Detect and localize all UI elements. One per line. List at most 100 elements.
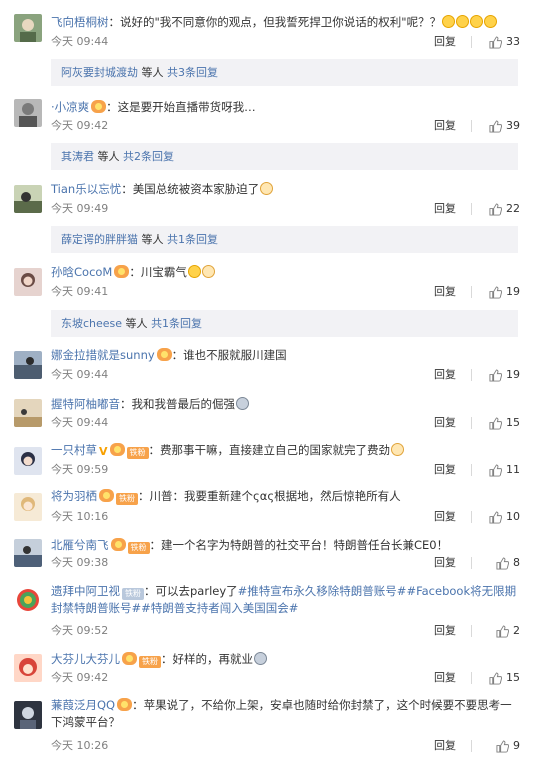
like-button[interactable]: 9 — [496, 738, 520, 754]
like-button[interactable]: 19 — [489, 284, 520, 300]
member-badge-icon — [91, 100, 107, 113]
sub-reply-mid: 等人 — [122, 317, 152, 330]
cat-emoji-icon — [391, 443, 405, 456]
sub-reply-mid: 等人 — [138, 233, 167, 246]
sub-reply-more[interactable]: 共2条回复 — [123, 150, 174, 163]
avatar[interactable] — [14, 586, 42, 614]
like-button[interactable]: 19 — [489, 367, 520, 383]
comment-username[interactable]: 将为羽栖 — [51, 489, 97, 503]
like-button[interactable]: 15 — [489, 670, 520, 686]
comment-username[interactable]: 蒹葭泛月QQ — [51, 698, 115, 712]
avatar[interactable] — [14, 351, 42, 379]
comment-username[interactable]: ·小凉爽 — [51, 100, 89, 114]
member-badge-icon — [99, 489, 114, 502]
comment-text: ：谁也不服就服川建国 — [171, 348, 287, 362]
avatar[interactable] — [14, 447, 42, 475]
comment-username[interactable]: 握特阿柚嘟音 — [51, 397, 120, 411]
like-button[interactable]: 33 — [489, 34, 520, 50]
comment-text: ：川普：我要重新建个ςας根据地，然后惊艳所有人 — [138, 489, 401, 503]
like-count: 33 — [506, 35, 520, 48]
doge-emoji-icon — [442, 15, 456, 28]
divider — [471, 511, 472, 523]
topic-link[interactable]: #特朗普支持者闯入美国国会# — [141, 601, 298, 615]
reply-button[interactable]: 回复 — [434, 670, 456, 686]
sub-reply-more[interactable]: 共1条回复 — [151, 317, 202, 330]
comment-text: ：说好的"我不同意你的观点，但我誓死捍卫你说话的权利"呢？？ — [108, 15, 442, 29]
comment-username[interactable]: 娜金拉措就是sunny — [51, 348, 155, 362]
sub-reply-user[interactable]: 阿灰要封城渡劫 — [61, 66, 138, 79]
comment-time: 今天 09:49 — [51, 202, 109, 215]
sub-replies[interactable]: 阿灰要封城渡劫 等人 共3条回复 — [51, 59, 518, 86]
cat-emoji-icon — [201, 265, 215, 278]
avatar[interactable] — [14, 539, 42, 567]
comment-username[interactable]: 大芬儿大芬儿 — [51, 652, 120, 666]
comment-username[interactable]: 一只村草 — [51, 443, 97, 457]
reply-button[interactable]: 回复 — [434, 555, 456, 571]
divider — [471, 286, 472, 298]
reply-button[interactable]: 回复 — [434, 415, 456, 431]
reply-button[interactable]: 回复 — [434, 284, 456, 300]
reply-button[interactable]: 回复 — [434, 623, 456, 639]
comment-username[interactable]: 孙晗CocoM — [51, 265, 112, 279]
comment-time: 今天 09:52 — [51, 624, 109, 637]
comment-text: ：费那事干嘛，直接建立自己的国家就完了费劲 — [148, 443, 391, 457]
sub-reply-more[interactable]: 共1条回复 — [167, 233, 218, 246]
doge-emoji-icon — [456, 15, 470, 28]
reply-button[interactable]: 回复 — [434, 201, 456, 217]
comment-text: ：这是要开始直播带货呀我… — [106, 100, 256, 114]
sub-reply-more[interactable]: 共3条回复 — [167, 66, 218, 79]
comment-time: 今天 09:44 — [51, 368, 109, 381]
avatar[interactable] — [14, 99, 42, 127]
divider — [471, 369, 472, 381]
comment-username[interactable]: 飞向梧桐树 — [51, 15, 109, 29]
sub-replies[interactable]: 其涛君 等人 共2条回复 — [51, 143, 518, 170]
comment-text: ：我和我普最后的倔强 — [120, 397, 235, 411]
divider — [471, 417, 472, 429]
member-badge-icon — [110, 538, 126, 551]
cry-emoji-icon — [236, 397, 249, 410]
like-button[interactable]: 2 — [496, 623, 520, 639]
avatar[interactable] — [14, 268, 42, 296]
sub-replies[interactable]: 薛定谔的胖胖猫 等人 共1条回复 — [51, 226, 518, 253]
like-button[interactable]: 39 — [489, 118, 520, 134]
avatar[interactable] — [14, 654, 42, 682]
fans-badge: 铁粉 — [127, 542, 150, 554]
like-count: 22 — [506, 202, 520, 215]
reply-button[interactable]: 回复 — [434, 738, 456, 754]
comment-time: 今天 09:41 — [51, 285, 109, 298]
reply-button[interactable]: 回复 — [434, 34, 456, 50]
comment-username[interactable]: 遗拜中阿卫视 — [51, 584, 120, 598]
comment-text: ：好样的，再就业 — [161, 652, 253, 666]
comment-username[interactable]: 北雁兮南飞 — [51, 538, 109, 552]
reply-button[interactable]: 回复 — [434, 462, 456, 478]
like-count: 11 — [506, 463, 520, 476]
thumbs-up-icon — [489, 285, 502, 299]
member-badge-icon — [117, 698, 133, 711]
sub-reply-user[interactable]: 其涛君 — [61, 150, 94, 163]
like-button[interactable]: 8 — [496, 555, 520, 571]
avatar[interactable] — [14, 399, 42, 427]
divider — [471, 36, 472, 48]
like-button[interactable]: 11 — [489, 462, 520, 478]
comment-time: 今天 09:38 — [51, 556, 109, 569]
thumbs-up-icon — [496, 556, 509, 570]
divider — [471, 120, 472, 132]
reply-button[interactable]: 回复 — [434, 118, 456, 134]
avatar[interactable] — [14, 185, 42, 213]
like-button[interactable]: 10 — [489, 509, 520, 525]
like-count: 19 — [506, 285, 520, 298]
reply-button[interactable]: 回复 — [434, 367, 456, 383]
comment-username[interactable]: Tian乐以忘忧 — [51, 182, 121, 196]
sub-reply-user[interactable]: 薛定谔的胖胖猫 — [61, 233, 138, 246]
topic-link[interactable]: #推特宣布永久移除特朗普账号# — [238, 584, 407, 598]
reply-button[interactable]: 回复 — [434, 509, 456, 525]
like-button[interactable]: 22 — [489, 201, 520, 217]
member-badge-icon — [109, 443, 125, 456]
avatar[interactable] — [14, 14, 42, 42]
sub-reply-mid: 等人 — [138, 66, 167, 79]
sub-reply-user[interactable]: 东坡cheese — [61, 317, 122, 330]
sub-replies[interactable]: 东坡cheese 等人 共1条回复 — [51, 310, 518, 337]
like-button[interactable]: 15 — [489, 415, 520, 431]
avatar[interactable] — [14, 493, 42, 521]
avatar[interactable] — [14, 701, 42, 729]
